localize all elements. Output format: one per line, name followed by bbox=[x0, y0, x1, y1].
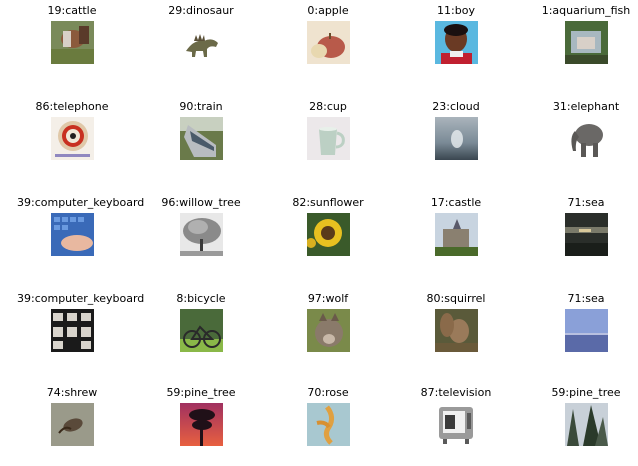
cloud-thumbnail bbox=[434, 117, 478, 160]
image-label: 71:sea bbox=[567, 292, 605, 305]
image-label: 1:aquarium_fish bbox=[541, 4, 631, 17]
grid-cell: 71:sea bbox=[531, 196, 638, 276]
image-label: 17:castle bbox=[430, 196, 482, 209]
grid-cell: 86:telephone bbox=[17, 100, 127, 180]
grid-cell: 71:sea bbox=[531, 292, 638, 372]
shrew-thumbnail bbox=[50, 403, 94, 446]
image-label: 23:cloud bbox=[432, 100, 480, 113]
squirrel-thumbnail bbox=[434, 309, 478, 352]
image-label: 11:boy bbox=[437, 4, 475, 17]
image-label: 31:elephant bbox=[552, 100, 620, 113]
bicycle-thumbnail bbox=[179, 309, 223, 352]
dinosaur-thumbnail bbox=[179, 21, 223, 64]
grid-cell: 29:dinosaur bbox=[146, 4, 256, 84]
image-label: 71:sea bbox=[567, 196, 605, 209]
grid-cell: 97:wolf bbox=[273, 292, 383, 372]
grid-cell: 87:television bbox=[401, 386, 511, 466]
grid-cell: 0:apple bbox=[273, 4, 383, 84]
cattle-thumbnail bbox=[50, 21, 94, 64]
image-label: 39:computer_keyboard bbox=[17, 196, 145, 209]
castle-thumbnail bbox=[434, 213, 478, 256]
computer-keyboard-thumbnail bbox=[50, 309, 94, 352]
pine-tree-thumbnail bbox=[179, 403, 223, 446]
image-label: 39:computer_keyboard bbox=[17, 292, 145, 305]
grid-cell: 59:pine_tree bbox=[531, 386, 638, 466]
grid-cell: 70:rose bbox=[273, 386, 383, 466]
sea-thumbnail bbox=[564, 213, 608, 256]
image-label: 59:pine_tree bbox=[166, 386, 236, 399]
image-label: 96:willow_tree bbox=[161, 196, 241, 209]
image-label: 80:squirrel bbox=[426, 292, 486, 305]
image-label: 8:bicycle bbox=[176, 292, 226, 305]
image-label: 74:shrew bbox=[46, 386, 98, 399]
image-label: 86:telephone bbox=[35, 100, 109, 113]
television-thumbnail bbox=[434, 403, 478, 446]
grid-cell: 28:cup bbox=[273, 100, 383, 180]
image-label: 29:dinosaur bbox=[168, 4, 234, 17]
grid-cell: 1:aquarium_fish bbox=[531, 4, 638, 84]
image-label: 82:sunflower bbox=[292, 196, 364, 209]
grid-cell: 39:computer_keyboard bbox=[17, 196, 145, 276]
computer-keyboard-thumbnail bbox=[50, 213, 94, 256]
telephone-thumbnail bbox=[50, 117, 94, 160]
grid-cell: 90:train bbox=[146, 100, 256, 180]
grid-cell: 19:cattle bbox=[17, 4, 127, 84]
grid-cell: 96:willow_tree bbox=[146, 196, 256, 276]
grid-cell: 23:cloud bbox=[401, 100, 511, 180]
grid-cell: 59:pine_tree bbox=[146, 386, 256, 466]
sea-thumbnail bbox=[564, 309, 608, 352]
image-label: 70:rose bbox=[307, 386, 349, 399]
image-label: 0:apple bbox=[307, 4, 349, 17]
image-label: 19:cattle bbox=[47, 4, 97, 17]
image-label: 59:pine_tree bbox=[551, 386, 621, 399]
grid-cell: 11:boy bbox=[401, 4, 511, 84]
image-label: 28:cup bbox=[309, 100, 347, 113]
cup-thumbnail bbox=[306, 117, 350, 160]
elephant-thumbnail bbox=[564, 117, 608, 160]
grid-cell: 39:computer_keyboard bbox=[17, 292, 145, 372]
aquarium-fish-thumbnail bbox=[564, 21, 608, 64]
image-label: 87:television bbox=[420, 386, 492, 399]
grid-cell: 31:elephant bbox=[531, 100, 638, 180]
apple-thumbnail bbox=[306, 21, 350, 64]
grid-cell: 8:bicycle bbox=[146, 292, 256, 372]
grid-cell: 80:squirrel bbox=[401, 292, 511, 372]
image-label: 90:train bbox=[179, 100, 223, 113]
grid-cell: 74:shrew bbox=[17, 386, 127, 466]
image-label: 97:wolf bbox=[307, 292, 349, 305]
sunflower-thumbnail bbox=[306, 213, 350, 256]
rose-thumbnail bbox=[306, 403, 350, 446]
grid-cell: 17:castle bbox=[401, 196, 511, 276]
pine-tree-thumbnail bbox=[564, 403, 608, 446]
wolf-thumbnail bbox=[306, 309, 350, 352]
boy-thumbnail bbox=[434, 21, 478, 64]
willow-tree-thumbnail bbox=[179, 213, 223, 256]
grid-cell: 82:sunflower bbox=[273, 196, 383, 276]
train-thumbnail bbox=[179, 117, 223, 160]
